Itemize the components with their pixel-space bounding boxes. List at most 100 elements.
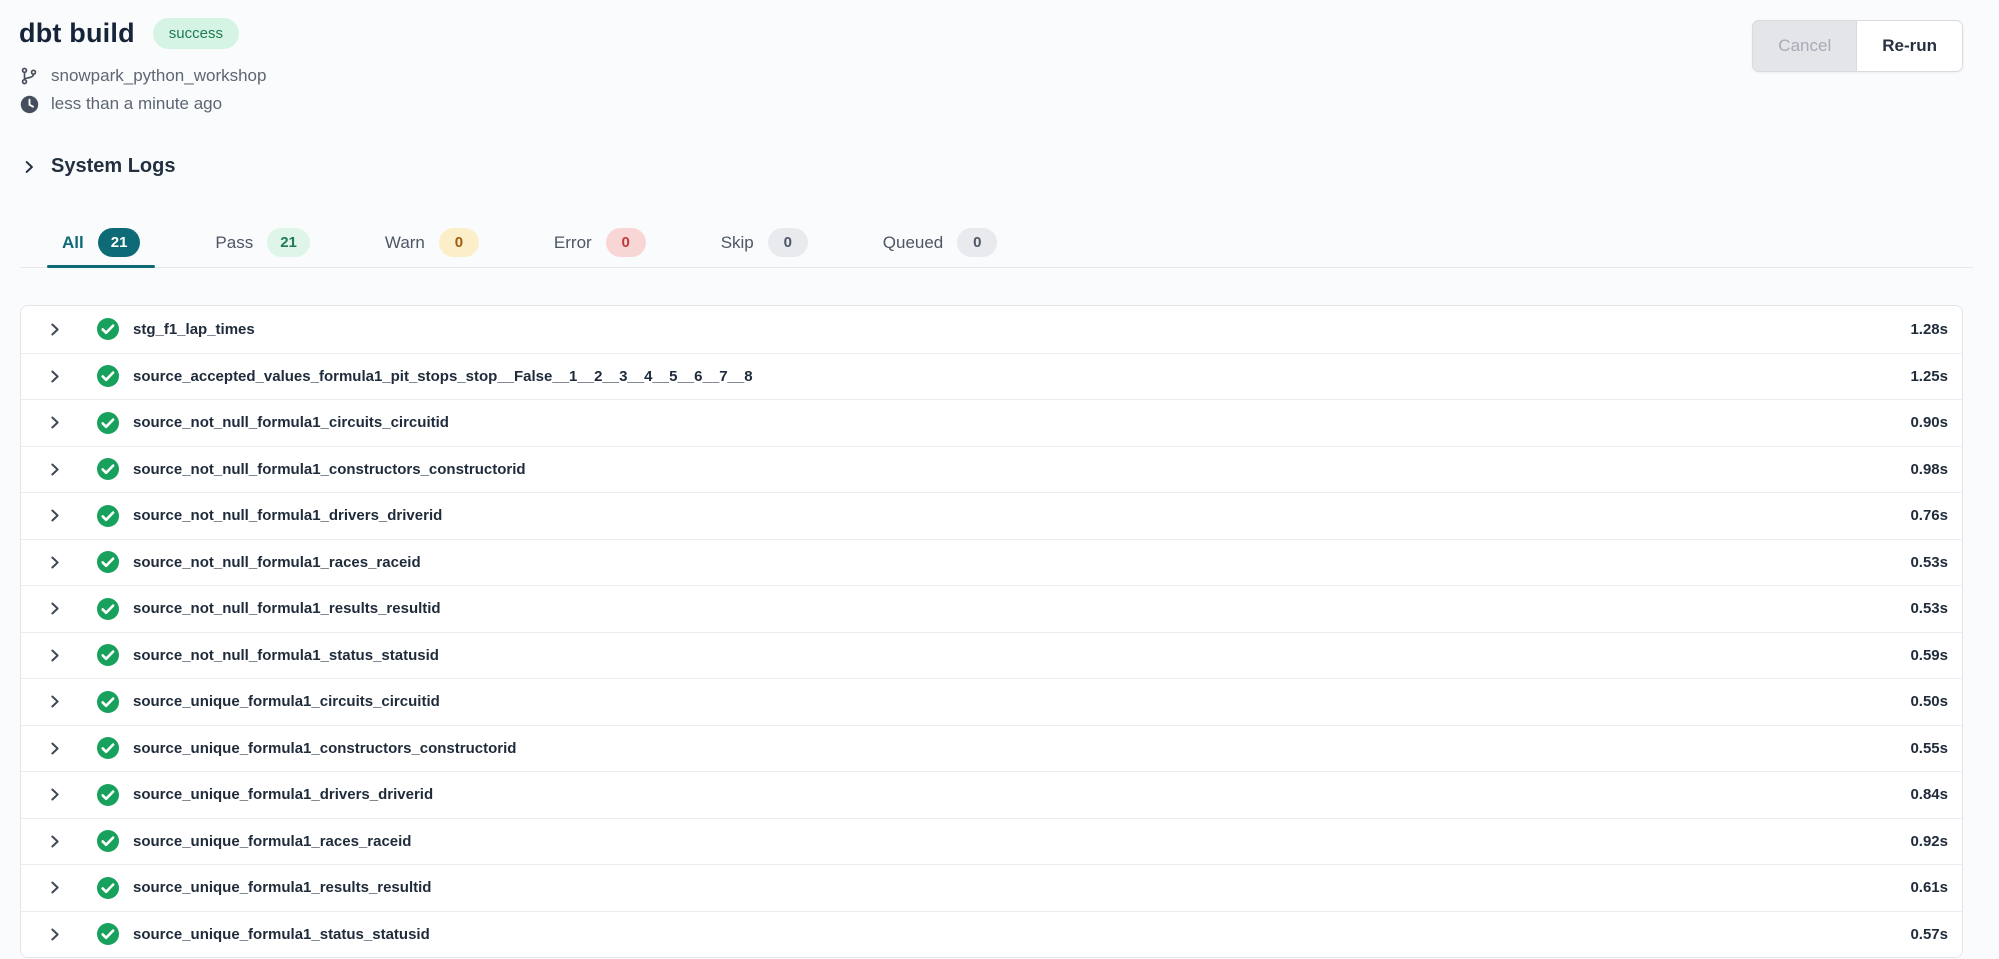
check-circle-icon	[96, 504, 120, 528]
node-duration: 0.61s	[1910, 879, 1948, 896]
tab-count-badge: 0	[439, 228, 479, 257]
tab-error[interactable]: Error 0	[539, 218, 661, 267]
tab-label: All	[62, 233, 84, 253]
chevron-right-icon	[22, 160, 36, 174]
check-circle-icon	[96, 736, 120, 760]
check-circle-icon	[96, 829, 120, 853]
tab-warn[interactable]: Warn 0	[370, 218, 494, 267]
tab-label: Skip	[721, 233, 754, 253]
tab-skip[interactable]: Skip 0	[706, 218, 823, 267]
time-line: less than a minute ago	[19, 90, 1963, 118]
tab-count-badge: 21	[267, 228, 310, 257]
node-duration: 0.53s	[1910, 554, 1948, 571]
table-row: source_not_null_formula1_races_raceid 0.…	[21, 539, 1962, 586]
expand-chevron-icon[interactable]	[42, 643, 66, 667]
table-row: source_unique_formula1_drivers_driverid …	[21, 771, 1962, 818]
check-circle-icon	[96, 690, 120, 714]
node-duration: 0.92s	[1910, 833, 1948, 850]
check-circle-icon	[96, 364, 120, 388]
check-circle-icon	[96, 317, 120, 341]
node-duration: 0.53s	[1910, 600, 1948, 617]
node-name: source_not_null_formula1_drivers_driveri…	[133, 507, 442, 524]
expand-chevron-icon[interactable]	[42, 690, 66, 714]
tab-pass[interactable]: Pass 21	[200, 218, 324, 267]
run-detail-page: dbt build success snowpark_python_worksh…	[0, 0, 1999, 959]
expand-chevron-icon[interactable]	[42, 504, 66, 528]
cancel-button[interactable]: Cancel	[1753, 21, 1857, 71]
branch-line: snowpark_python_workshop	[19, 62, 1963, 90]
tab-label: Queued	[883, 233, 944, 253]
table-row: source_unique_formula1_races_raceid 0.92…	[21, 818, 1962, 865]
node-name: source_accepted_values_formula1_pit_stop…	[133, 368, 753, 385]
expand-chevron-icon[interactable]	[42, 550, 66, 574]
check-circle-icon	[96, 643, 120, 667]
table-row: source_unique_formula1_status_statusid 0…	[21, 911, 1962, 958]
check-circle-icon	[96, 783, 120, 807]
table-row: source_not_null_formula1_circuits_circui…	[21, 399, 1962, 446]
node-duration: 1.28s	[1910, 321, 1948, 338]
system-logs-toggle[interactable]: System Logs	[22, 155, 1999, 178]
check-circle-icon	[96, 550, 120, 574]
node-duration: 0.55s	[1910, 740, 1948, 757]
tab-count-badge: 0	[606, 228, 646, 257]
tab-count-badge: 0	[768, 228, 808, 257]
tab-all[interactable]: All 21	[47, 218, 155, 267]
node-name: source_unique_formula1_circuits_circuiti…	[133, 693, 440, 710]
run-header: dbt build success snowpark_python_worksh…	[0, 0, 1999, 118]
expand-chevron-icon[interactable]	[42, 736, 66, 760]
table-row: source_unique_formula1_circuits_circuiti…	[21, 678, 1962, 725]
expand-chevron-icon[interactable]	[42, 411, 66, 435]
expand-chevron-icon[interactable]	[42, 364, 66, 388]
node-duration: 0.76s	[1910, 507, 1948, 524]
node-name: stg_f1_lap_times	[133, 321, 255, 338]
results-list: stg_f1_lap_times 1.28s source_accepted_v…	[20, 305, 1963, 958]
node-name: source_unique_formula1_races_raceid	[133, 833, 411, 850]
node-name: source_not_null_formula1_status_statusid	[133, 647, 439, 664]
node-name: source_unique_formula1_results_resultid	[133, 879, 431, 896]
table-row: source_unique_formula1_results_resultid …	[21, 864, 1962, 911]
node-duration: 0.84s	[1910, 786, 1948, 803]
expand-chevron-icon[interactable]	[42, 457, 66, 481]
node-duration: 0.90s	[1910, 414, 1948, 431]
check-circle-icon	[96, 457, 120, 481]
table-row: source_accepted_values_formula1_pit_stop…	[21, 353, 1962, 400]
time-ago: less than a minute ago	[51, 94, 222, 114]
status-badge: success	[153, 18, 239, 49]
expand-chevron-icon[interactable]	[42, 597, 66, 621]
table-row: source_not_null_formula1_results_resulti…	[21, 585, 1962, 632]
node-duration: 0.98s	[1910, 461, 1948, 478]
result-tabs: All 21 Pass 21 Warn 0 Error 0 Skip 0 Que…	[20, 218, 1973, 268]
table-row: source_not_null_formula1_drivers_driveri…	[21, 492, 1962, 539]
node-name: source_unique_formula1_status_statusid	[133, 926, 430, 943]
expand-chevron-icon[interactable]	[42, 829, 66, 853]
tab-queued[interactable]: Queued 0	[868, 218, 1013, 267]
rerun-button[interactable]: Re-run	[1857, 21, 1962, 71]
check-circle-icon	[96, 922, 120, 946]
check-circle-icon	[96, 876, 120, 900]
git-branch-icon	[19, 66, 39, 86]
expand-chevron-icon[interactable]	[42, 783, 66, 807]
node-duration: 0.57s	[1910, 926, 1948, 943]
expand-chevron-icon[interactable]	[42, 876, 66, 900]
tab-label: Pass	[215, 233, 253, 253]
tab-label: Error	[554, 233, 592, 253]
table-row: source_unique_formula1_constructors_cons…	[21, 725, 1962, 772]
node-duration: 1.25s	[1910, 368, 1948, 385]
expand-chevron-icon[interactable]	[42, 317, 66, 341]
tab-count-badge: 0	[957, 228, 997, 257]
check-circle-icon	[96, 411, 120, 435]
branch-name: snowpark_python_workshop	[51, 66, 266, 86]
node-duration: 0.59s	[1910, 647, 1948, 664]
run-actions: Cancel Re-run	[1752, 20, 1963, 72]
check-circle-icon	[96, 597, 120, 621]
table-row: stg_f1_lap_times 1.28s	[21, 306, 1962, 353]
node-name: source_not_null_formula1_results_resulti…	[133, 600, 441, 617]
table-row: source_not_null_formula1_status_statusid…	[21, 632, 1962, 679]
node-name: source_unique_formula1_drivers_driverid	[133, 786, 433, 803]
page-title: dbt build	[19, 18, 135, 49]
table-row: source_not_null_formula1_constructors_co…	[21, 446, 1962, 493]
node-name: source_not_null_formula1_circuits_circui…	[133, 414, 449, 431]
expand-chevron-icon[interactable]	[42, 922, 66, 946]
node-name: source_not_null_formula1_constructors_co…	[133, 461, 526, 478]
node-duration: 0.50s	[1910, 693, 1948, 710]
